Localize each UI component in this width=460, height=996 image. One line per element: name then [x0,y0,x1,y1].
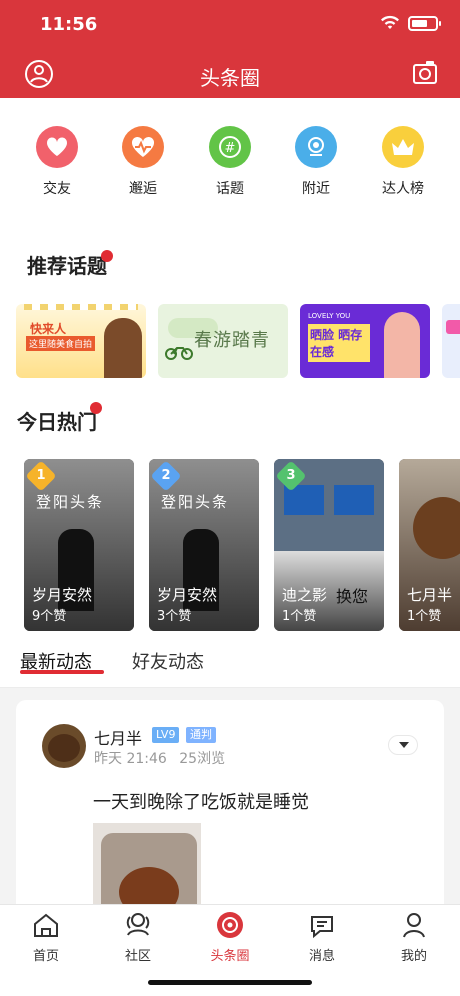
home-icon [34,913,58,937]
crown-icon [382,126,424,168]
wifi-icon [381,15,399,29]
banner-person [384,312,420,378]
avatar[interactable] [42,724,86,768]
active-tab-underline [20,670,104,674]
system-icons [380,15,441,31]
quick-link-encounter[interactable]: 邂逅 [103,126,183,198]
hot-card[interactable]: 登阳头条 1 岁月安然 9个赞 [24,459,134,631]
banner-title [446,320,460,334]
top-header: 11:56 头条圈 [0,0,460,98]
topics-title: 推荐话题 [27,254,107,278]
quick-link-topics[interactable]: # 话题 [190,126,270,198]
circle-icon [217,912,243,938]
battery-icon [408,15,441,31]
hot-card[interactable]: 登阳头条 2 岁月安然 3个赞 [149,459,259,631]
hot-card-likes: 3个赞 [157,609,192,624]
hot-card-sign: 登阳头条 [36,493,105,511]
quick-link-label: 邂逅 [129,181,157,197]
tab-label: 首页 [32,949,59,964]
rank-badge: 1 [25,460,57,492]
hot-card-likes: 1个赞 [407,609,442,624]
profile-icon [403,913,425,938]
topic-banner-more[interactable] [442,304,460,378]
post-meta: 昨天 21:46 25浏览 [94,748,233,768]
hot-badge-dot [90,402,102,414]
tab-label: 头条圈 [210,949,250,964]
quick-link-label: 话题 [216,181,244,197]
hot-card-poster [334,485,374,515]
topic-banner-spring-outing[interactable]: 春游踏青 [158,304,288,378]
tab-label: 消息 [308,949,335,964]
quick-link-nearby[interactable]: 附近 [276,126,356,198]
hot-card-name: 岁月安然 [157,586,218,604]
location-icon [295,126,337,168]
camera-button[interactable] [412,60,438,86]
message-icon [311,916,333,939]
hash-chat-icon: # [209,126,251,168]
tab-label: 社区 [124,949,151,964]
hot-card-likes: 9个赞 [32,609,67,624]
hot-card[interactable]: 换您 3 迪之影 1个赞 [274,459,384,631]
tab-label: 我的 [400,949,427,964]
post-more-button[interactable] [388,735,418,755]
role-badge: 通判 [186,727,216,743]
tab-home[interactable]: 首页 [0,905,92,996]
hot-card-likes: 1个赞 [282,609,317,624]
topic-banner-selfie[interactable]: 快来人 这里随美食自拍 [16,304,146,378]
pulse-heart-icon [122,126,164,168]
hot-title: 今日热门 [17,410,97,434]
tab-me[interactable]: 我的 [368,905,460,996]
status-time: 11:56 [40,14,98,35]
quick-link-leaderboard[interactable]: 达人榜 [363,126,443,198]
quick-link-label: 交友 [43,181,71,197]
rank-badge: 2 [150,460,182,492]
quick-link-label: 达人榜 [382,181,424,197]
bicycle-icon [165,347,193,360]
tab-friends[interactable]: 好友动态 [132,648,204,674]
banner-illustration [104,318,142,378]
hot-card-sign: 换您 [336,587,369,606]
topics-badge-dot [101,250,113,262]
post-card[interactable]: 七月半 LV9 通判 昨天 21:46 25浏览 一天到晚除了吃饭就是睡觉 [16,700,444,920]
post-time: 昨天 21:46 [94,751,167,767]
topic-banner-show-face[interactable]: LOVELY YOU 晒脸 晒存在感 [300,304,430,378]
hot-card-name: 岁月安然 [32,586,93,604]
banner-title: 春游踏青 [194,330,270,351]
post-username[interactable]: 七月半 [94,725,142,749]
post-views: 25浏览 [179,751,226,767]
rank-badge: 3 [275,460,307,492]
hot-card-sign: 登阳头条 [161,493,230,511]
feed-tabs: 最新动态 好友动态 [0,638,460,688]
home-indicator [148,980,312,985]
quick-link-label: 附近 [302,181,330,197]
quick-link-dating[interactable]: 交友 [17,126,97,198]
hot-card[interactable]: 七月半 1个赞 [399,459,460,631]
hot-card-name: 迪之影 [282,586,328,604]
banner-title: 晒脸 晒存在感 [308,324,370,362]
hot-card-name: 七月半 [407,586,453,604]
heart-icon [36,126,78,168]
level-badge: LV9 [152,727,180,743]
community-icon [126,913,150,936]
quick-links: 交友 邂逅 # 话题 附近 达人榜 [0,98,460,223]
banner-title: 快来人 [30,322,67,336]
banner-stripes [24,304,138,310]
banner-subtitle: 这里随美食自拍 [26,336,96,351]
post-text: 一天到晚除了吃饭就是睡觉 [93,792,309,813]
page-title: 头条圈 [200,66,260,90]
banner-tag: LOVELY YOU [308,312,351,320]
svg-text:#: # [225,141,236,156]
